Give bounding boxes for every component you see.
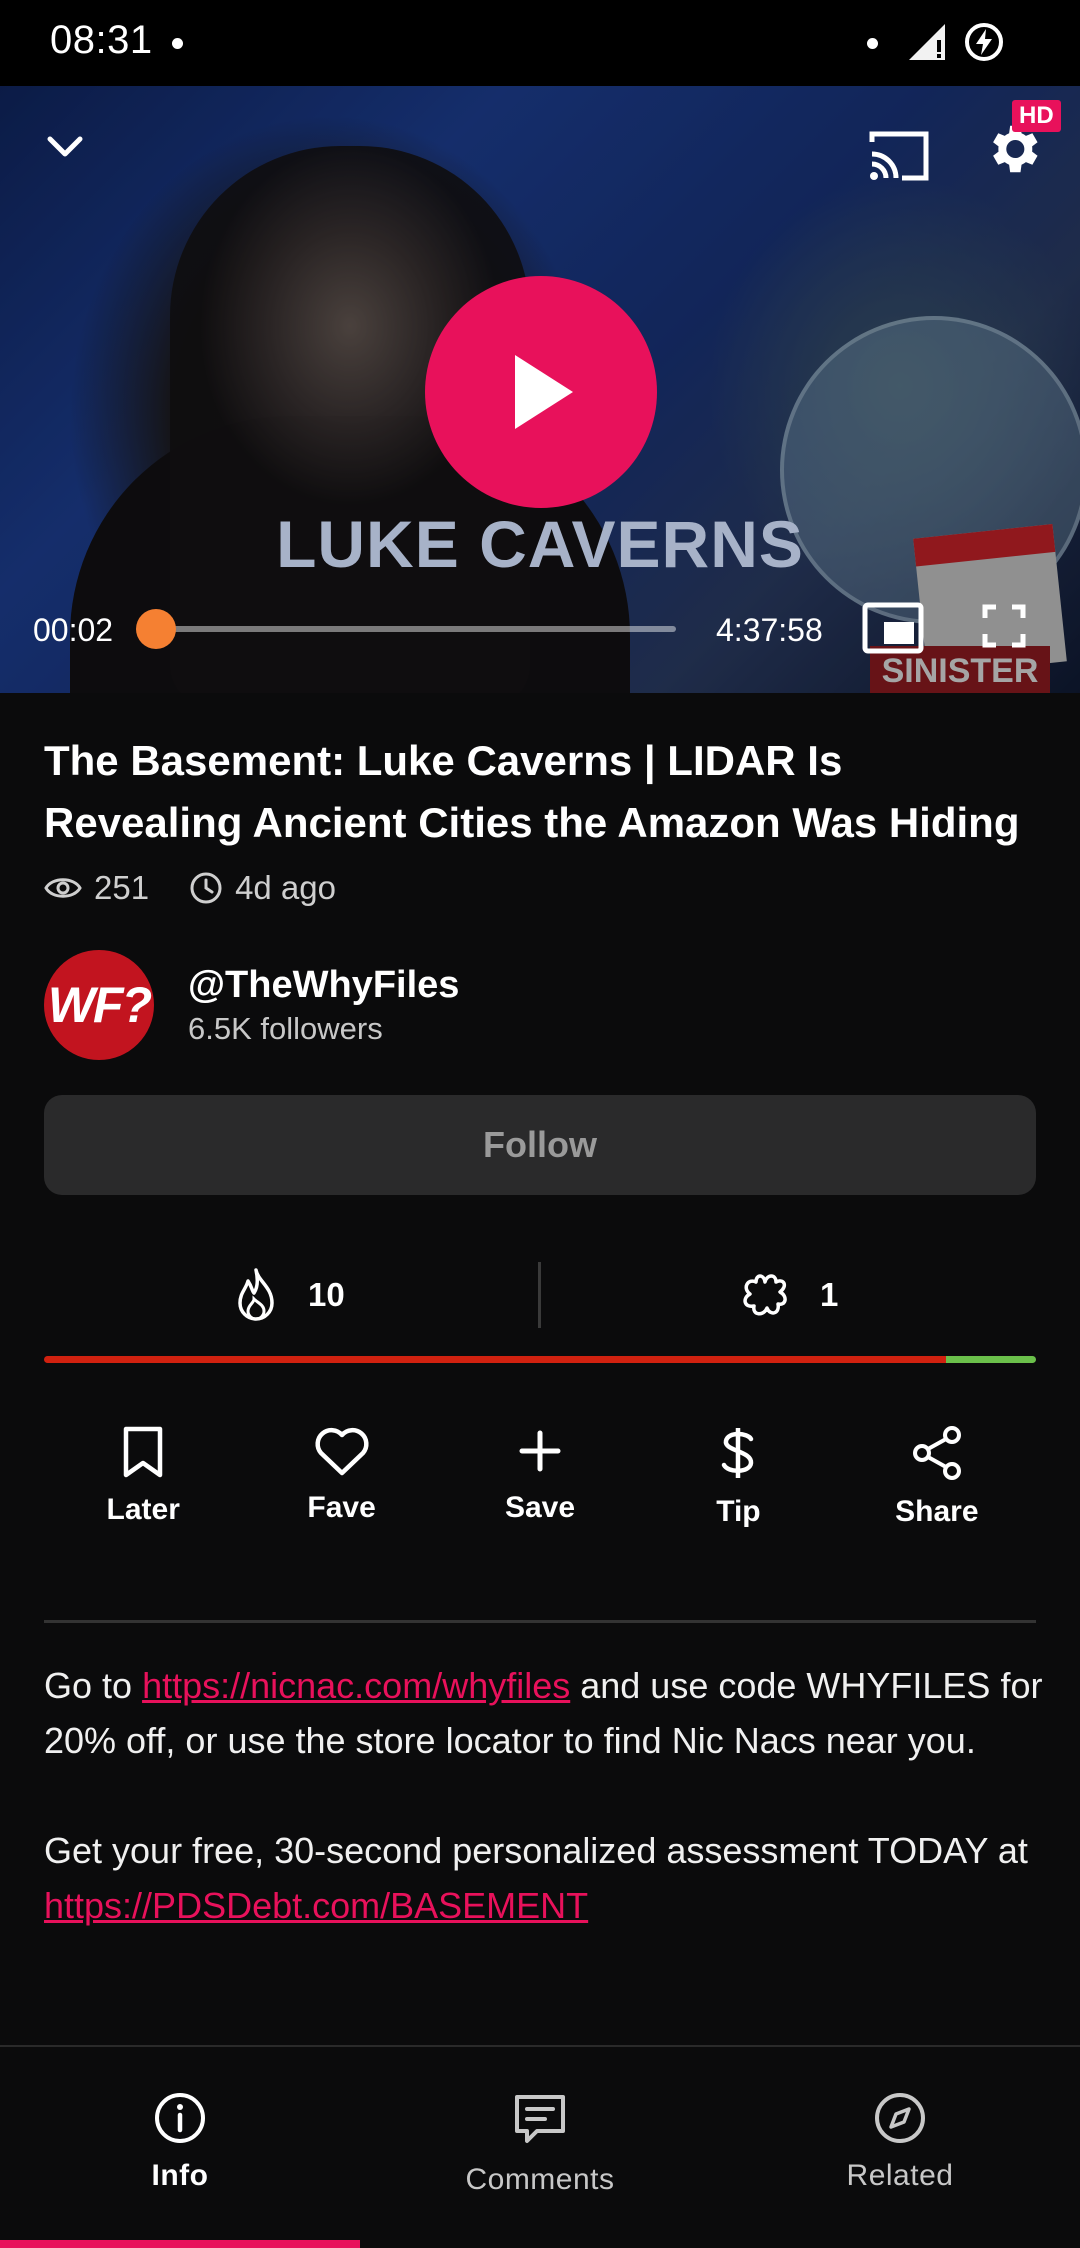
cast-button[interactable]	[866, 128, 932, 189]
current-time: 00:02	[33, 612, 114, 648]
total-time: 4:37:58	[716, 612, 823, 648]
seek-bar[interactable]	[156, 626, 676, 632]
picture-in-picture-button[interactable]	[862, 602, 924, 659]
save-button[interactable]: Save	[441, 1425, 639, 1545]
video-meta: 251 4d ago	[44, 866, 376, 910]
tab-related-label: Related	[846, 2159, 954, 2192]
channel-row[interactable]: WF? @TheWhyFiles 6.5K followers	[44, 950, 459, 1060]
view-count: 251	[94, 869, 150, 906]
share-button[interactable]: Share	[838, 1425, 1036, 1545]
status-bar: 08:31	[0, 0, 1080, 86]
splat-icon	[743, 1274, 787, 1316]
seek-handle[interactable]	[136, 609, 176, 649]
play-button[interactable]	[425, 276, 657, 508]
dislike-ratio-fill	[945, 1356, 1036, 1363]
tab-info-label: Info	[151, 2159, 209, 2192]
tip-label: Tip	[716, 1495, 761, 1528]
channel-avatar[interactable]: WF?	[44, 950, 154, 1060]
plus-icon	[519, 1430, 561, 1472]
bookmark-icon	[123, 1426, 163, 1478]
play-icon	[515, 355, 573, 429]
dollar-icon	[722, 1428, 754, 1478]
pip-icon	[862, 602, 924, 654]
video-description: Go to https://nicnac.com/whyfiles and us…	[44, 1658, 1044, 1988]
like-count: 10	[308, 1276, 345, 1313]
active-tab-indicator	[0, 2240, 360, 2248]
comments-icon	[515, 2095, 565, 2143]
eye-icon	[44, 878, 82, 898]
video-overlay-name: LUKE CAVERNS	[276, 507, 804, 581]
fave-label: Fave	[307, 1491, 376, 1524]
share-icon	[912, 1426, 961, 1480]
later-button[interactable]: Later	[44, 1425, 242, 1545]
pdsdebt-link[interactable]: https://PDSDebt.com/BASEMENT	[44, 1885, 588, 1926]
tab-comments-label: Comments	[465, 2163, 615, 2196]
follower-count: 6.5K followers	[188, 1010, 383, 1046]
info-icon	[155, 2093, 205, 2143]
tip-button[interactable]: Tip	[639, 1425, 837, 1545]
fullscreen-button[interactable]	[982, 604, 1026, 653]
reactions-row: 10 1	[44, 1260, 1036, 1330]
dislike-count: 1	[820, 1276, 839, 1313]
status-time: 08:31	[50, 18, 153, 62]
dislike-button[interactable]: 1	[740, 1260, 838, 1330]
notification-dot-icon	[172, 38, 183, 49]
action-row: Later Fave Save Tip Share	[44, 1425, 1036, 1545]
later-label: Later	[106, 1493, 180, 1526]
compass-icon	[875, 2093, 925, 2143]
save-label: Save	[504, 1491, 576, 1524]
like-ratio-bar	[44, 1356, 1036, 1363]
tab-comments[interactable]: Comments	[360, 2047, 720, 2248]
video-title: The Basement: Luke Caverns | LIDAR Is Re…	[44, 737, 1020, 846]
signal-icon	[909, 24, 945, 60]
hd-badge: HD	[1012, 100, 1061, 132]
video-player[interactable]: SINISTER LUKE CAVERNS HD 00:02 4:37:58	[0, 86, 1080, 693]
clock-icon	[190, 872, 222, 904]
collapse-button[interactable]	[42, 124, 88, 175]
cast-icon	[869, 131, 929, 181]
flame-icon	[238, 1268, 274, 1321]
chevron-down-icon	[47, 136, 83, 157]
tab-info[interactable]: Info	[0, 2047, 360, 2248]
fave-button[interactable]: Fave	[242, 1425, 440, 1545]
share-label: Share	[895, 1495, 979, 1528]
heart-icon	[315, 1427, 369, 1476]
description-paragraph: Get your free, 30-second personalized as…	[44, 1830, 1028, 1926]
follow-button[interactable]: Follow	[44, 1095, 1036, 1195]
reactions-divider	[538, 1262, 541, 1328]
tab-related[interactable]: Related	[720, 2047, 1080, 2248]
like-button[interactable]: 10	[234, 1260, 345, 1330]
bottom-navigation: Info Comments Related	[0, 2045, 1080, 2248]
like-ratio-fill	[44, 1356, 946, 1363]
fullscreen-icon	[982, 604, 1026, 648]
posted-time: 4d ago	[235, 869, 336, 906]
nicnac-link[interactable]: https://nicnac.com/whyfiles	[142, 1665, 570, 1706]
channel-handle[interactable]: @TheWhyFiles	[188, 964, 459, 1007]
battery-saver-icon	[965, 23, 1003, 61]
description-paragraph: Go to https://nicnac.com/whyfiles and us…	[44, 1665, 1043, 1761]
status-dot-icon	[867, 38, 878, 49]
section-divider	[44, 1620, 1036, 1623]
